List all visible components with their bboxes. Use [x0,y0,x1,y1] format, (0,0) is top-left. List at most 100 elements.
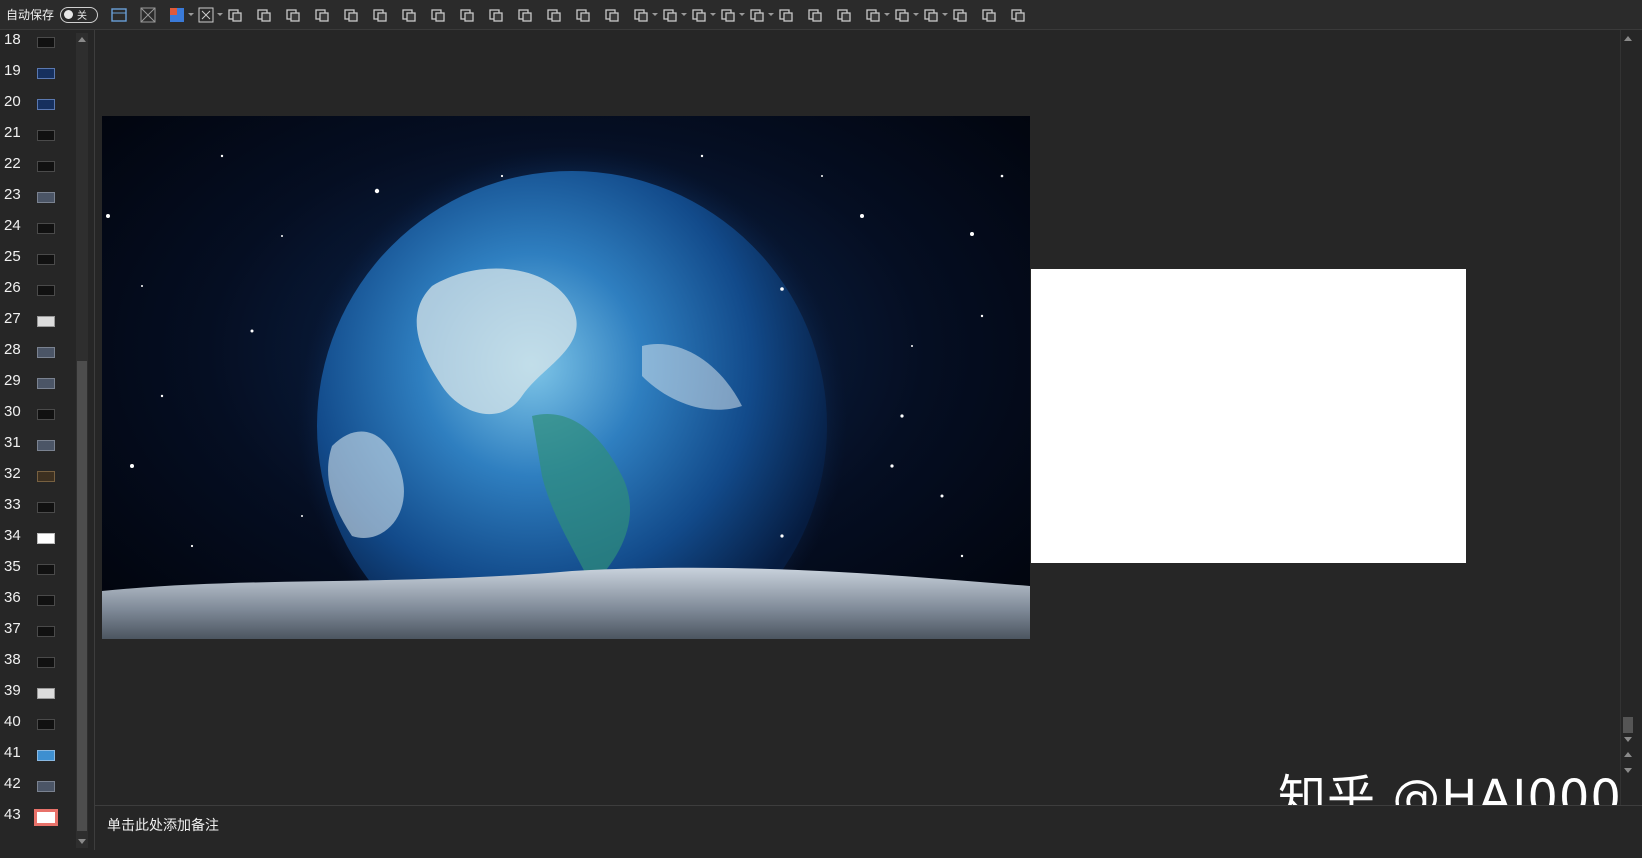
slide-thumbnail-item[interactable]: 23 [0,186,72,217]
slide-thumbnail[interactable] [37,750,55,761]
slide-thumbnail-item[interactable]: 29 [0,372,72,403]
star-icon[interactable] [833,4,855,26]
slide-thumbnail[interactable] [37,719,55,730]
font-color-icon[interactable] [688,4,717,26]
slide-thumbnail[interactable] [37,688,55,699]
slide-thumbnail-item[interactable]: 30 [0,403,72,434]
crop-icon[interactable] [920,4,949,26]
slide-thumbnail-item[interactable]: 34 [0,527,72,558]
slide-thumbnail-item[interactable]: 37 [0,620,72,651]
slide-thumbnail[interactable] [37,223,55,234]
slide-thumbnail[interactable] [37,99,55,110]
slide-thumbnail[interactable] [37,657,55,668]
slide-thumbnail[interactable] [37,440,55,451]
picture-icon[interactable] [572,4,594,26]
group-icon[interactable] [282,4,304,26]
slide-thumbnail[interactable] [37,316,55,327]
scroll-down-icon[interactable] [1624,737,1632,742]
slide-thumbnail[interactable] [37,626,55,637]
slide-editing-canvas[interactable] [95,30,1620,805]
more-icon[interactable] [1007,4,1029,26]
selected-slide-thumbnail[interactable] [34,809,58,826]
slide-thumbnail-item[interactable]: 21 [0,124,72,155]
align-right-icon[interactable] [369,4,391,26]
slide-thumbnail-item[interactable]: 28 [0,341,72,372]
layout-icon[interactable] [108,4,130,26]
slide-thumbnail-item[interactable]: 42 [0,775,72,806]
slide-thumbnail[interactable] [37,37,55,48]
slide-thumbnail[interactable] [37,595,55,606]
slide-thumbnail-item[interactable]: 33 [0,496,72,527]
slide-thumbnail-item[interactable]: 43 [0,806,72,837]
slide-thumbnail-item[interactable]: 39 [0,682,72,713]
bring-forward-icon[interactable] [224,4,246,26]
ungroup-icon[interactable] [311,4,333,26]
table-icon[interactable] [137,4,159,26]
textbox-icon[interactable] [601,4,623,26]
scroll-up-icon[interactable] [1624,36,1632,41]
autosave-toggle[interactable]: 关 [60,6,99,23]
previous-slide-icon[interactable] [1624,752,1632,757]
slide-thumbnail[interactable] [37,254,55,265]
distribute-horizontal-icon[interactable] [514,4,536,26]
flag-icon[interactable] [949,4,971,26]
align-bottom-icon[interactable] [398,4,420,26]
slide-thumbnail-item[interactable]: 26 [0,279,72,310]
replace-image-icon[interactable] [978,4,1000,26]
align-center-icon[interactable] [456,4,478,26]
slide-thumbnail[interactable] [37,161,55,172]
earth-space-image[interactable] [102,116,1030,639]
next-slide-icon[interactable] [1624,768,1632,773]
slide-thumbnail[interactable] [37,471,55,482]
scroll-up-icon[interactable] [78,37,86,42]
shapes-icon[interactable] [630,4,659,26]
slide-thumbnail-item[interactable]: 24 [0,217,72,248]
slide-thumbnail[interactable] [37,130,55,141]
canvas-scrollbar[interactable] [1620,30,1634,805]
slide-thumbnail[interactable] [37,285,55,296]
slide-number: 24 [4,217,21,234]
scroll-down-icon[interactable] [78,839,86,844]
slide-thumbnail[interactable] [37,347,55,358]
slide-thumbnail[interactable] [37,192,55,203]
slide-thumbnail[interactable] [37,781,55,792]
slide-thumbnail-item[interactable]: 25 [0,248,72,279]
slide-thumbnail-item[interactable]: 36 [0,589,72,620]
slide-thumbnail-item[interactable]: 41 [0,744,72,775]
chart-icon[interactable] [195,4,224,26]
white-rectangle-shape[interactable] [1031,269,1466,563]
slide-thumbnail-item[interactable]: 40 [0,713,72,744]
scroll-thumb[interactable] [77,361,87,831]
send-backward-icon[interactable] [253,4,275,26]
slide-thumbnail[interactable] [37,502,55,513]
slide-thumbnail[interactable] [37,533,55,544]
arrange-icon[interactable] [659,4,688,26]
slide-thumbnail-item[interactable]: 38 [0,651,72,682]
shape-fill-icon[interactable] [862,4,891,26]
slide-thumbnail[interactable] [37,564,55,575]
color-fill-icon[interactable] [166,4,195,26]
notes-pane[interactable]: 单击此处添加备注 [95,805,1642,841]
slide-thumbnail[interactable] [37,378,55,389]
slide-thumbnail-item[interactable]: 19 [0,62,72,93]
line-style-icon[interactable] [891,4,920,26]
slide-thumbnail-item[interactable]: 18 [0,31,72,62]
slide-thumbnail[interactable] [37,68,55,79]
align-left-icon[interactable] [427,4,449,26]
canvas-scroll-thumb[interactable] [1623,717,1633,733]
distribute-vertical-icon[interactable] [543,4,565,26]
slide-thumbnail-item[interactable]: 22 [0,155,72,186]
pen-icon[interactable] [746,4,775,26]
format-painter-icon[interactable] [804,4,826,26]
slide-thumbnail[interactable] [37,409,55,420]
align-middle-icon[interactable] [485,4,507,26]
slide-list-scrollbar[interactable] [76,33,88,848]
slide-thumbnail-item[interactable]: 32 [0,465,72,496]
slide-thumbnail-item[interactable]: 35 [0,558,72,589]
slide-thumbnail-item[interactable]: 27 [0,310,72,341]
slide-thumbnail-item[interactable]: 31 [0,434,72,465]
eraser-icon[interactable] [775,4,797,26]
slide-thumbnail-item[interactable]: 20 [0,93,72,124]
align-top-icon[interactable] [340,4,362,26]
highlight-icon[interactable] [717,4,746,26]
